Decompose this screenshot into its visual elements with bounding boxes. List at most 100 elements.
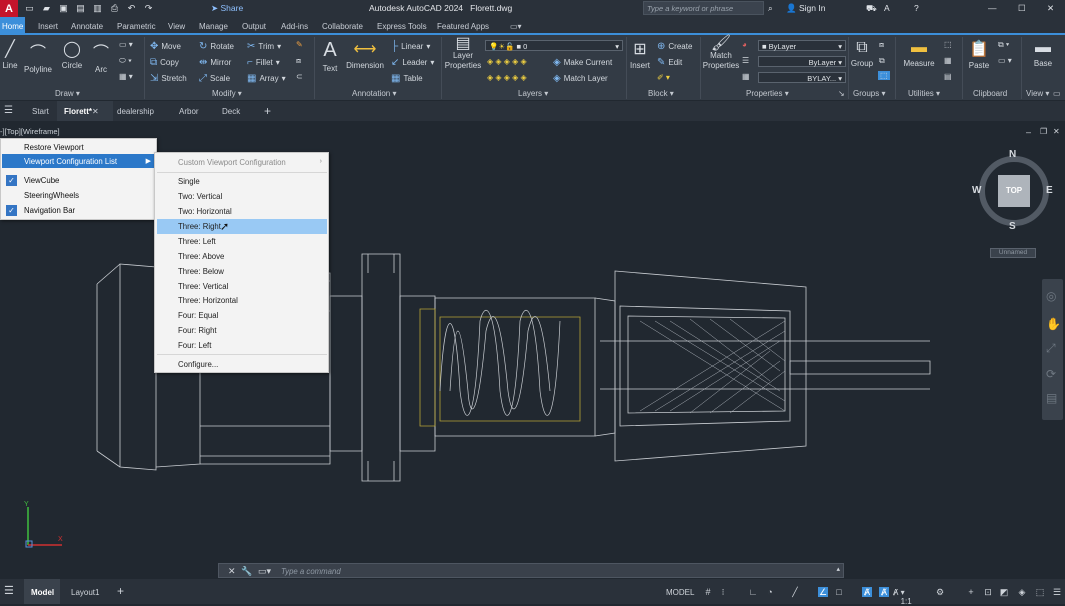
minimize-button[interactable]: — — [988, 3, 997, 13]
tab-add-ins[interactable]: Add-ins — [281, 22, 308, 31]
customize-command-icon[interactable]: 🔧 — [241, 566, 252, 577]
offset-icon[interactable]: ⊂ — [296, 72, 303, 81]
circle-button[interactable]: ◯ Circle — [61, 39, 83, 70]
help-icon[interactable]: ? — [914, 3, 919, 13]
stretch-button[interactable]: ⇲ Stretch — [150, 73, 187, 84]
plot-icon[interactable]: ⎙ — [109, 3, 120, 14]
paste-button[interactable]: 📋 Paste — [966, 39, 992, 70]
copy-clip-icon[interactable]: ⧉ ▾ — [998, 40, 1009, 50]
menu-item-three-horizontal[interactable]: Three: Horizontal — [157, 293, 327, 308]
group-edit-icon[interactable]: ⧉ — [879, 56, 885, 66]
account-icon[interactable]: A — [884, 3, 890, 13]
mirror-button[interactable]: ⇹ Mirror — [199, 57, 231, 68]
linetype-dropdown[interactable]: ByLayer ▾ — [758, 56, 846, 67]
rotate-button[interactable]: ↻ Rotate — [199, 41, 234, 52]
tab-express-tools[interactable]: Express Tools — [377, 22, 427, 31]
menu-item-three-vertical[interactable]: Three: Vertical — [157, 279, 327, 294]
layer-properties-button[interactable]: ▤ Layer Properties — [444, 36, 482, 71]
properties-dialog-launcher-icon[interactable]: ↘ — [838, 89, 845, 98]
linear-button[interactable]: ├ Linear ▾ — [391, 41, 430, 52]
close-button[interactable]: ✕ — [1047, 3, 1054, 14]
compass-west[interactable]: W — [972, 185, 981, 196]
array-button[interactable]: ▦ Array ▾ — [247, 73, 286, 84]
hatch-icon[interactable]: ⬭ ▾ — [119, 56, 132, 66]
match-properties-button[interactable]: 🖌 Match Properties — [702, 36, 740, 71]
annotation-visibility-icon[interactable]: Ⱥ — [862, 587, 872, 597]
sign-in-button[interactable]: 👤 Sign In — [786, 3, 825, 14]
open-folder-icon[interactable]: ▰ — [41, 3, 52, 14]
block-attribute-icon[interactable]: ✐ ▾ — [657, 73, 670, 82]
viewport-close-icon[interactable]: ✕ — [1053, 127, 1060, 136]
new-tab-icon[interactable]: + — [264, 104, 271, 118]
measure-button[interactable]: ▬ Measure — [901, 39, 937, 68]
menu-item-configure[interactable]: Configure... — [157, 357, 327, 372]
search-icon[interactable]: ⌕ — [768, 3, 773, 14]
grid-icon[interactable]: # — [703, 587, 713, 597]
tab-featured-apps[interactable]: Featured Apps — [437, 22, 489, 31]
tab-annotate[interactable]: Annotate — [71, 22, 103, 31]
menu-item-custom-viewport-configuration[interactable]: Custom Viewport Configuration › — [157, 155, 327, 170]
dimension-button[interactable]: ⟷ Dimension — [345, 39, 385, 70]
tab-collaborate[interactable]: Collaborate — [322, 22, 363, 31]
table-button[interactable]: ▦ Table — [391, 73, 423, 84]
application-menu-button[interactable]: A — [0, 0, 18, 17]
command-line[interactable]: ✕ 🔧 ▭▾ Type a command ▴ — [218, 563, 844, 578]
viewport-minimize-icon[interactable]: – — [1026, 127, 1031, 137]
text-button[interactable]: A Text — [320, 39, 340, 73]
menu-item-four-right[interactable]: Four: Right — [157, 323, 327, 338]
copy-button[interactable]: ⧉ Copy — [150, 57, 179, 68]
annotation-panel-label[interactable]: Annotation ▾ — [352, 89, 397, 98]
redo-icon[interactable]: ↷ — [143, 3, 154, 14]
doc-tab-deck[interactable]: Deck — [222, 107, 240, 116]
quick-select-icon[interactable]: ⬚ — [944, 40, 952, 49]
tab-view[interactable]: View — [168, 22, 185, 31]
menu-item-navigation-bar[interactable]: ✓ Navigation Bar — [2, 203, 156, 217]
recent-commands-icon[interactable]: ▭▾ — [258, 566, 271, 577]
command-history-icon[interactable]: ▴ — [836, 565, 840, 573]
insert-button[interactable]: ⊞ Insert — [629, 39, 651, 70]
doc-tab-dealership[interactable]: dealership — [117, 107, 154, 116]
model-space-button[interactable]: MODEL — [666, 588, 694, 597]
rectangle-icon[interactable]: ▭ ▾ — [119, 40, 133, 49]
ribbon-options-icon[interactable]: ▭▾ — [510, 22, 522, 31]
layers-panel-label[interactable]: Layers ▾ — [518, 89, 548, 98]
block-panel-label[interactable]: Block ▾ — [648, 89, 674, 98]
clean-screen-icon[interactable]: ⬚ — [1035, 587, 1045, 597]
select-all-icon[interactable]: ▦ — [944, 56, 952, 65]
menu-item-three-left[interactable]: Three: Left — [157, 234, 327, 249]
viewport-restore-icon[interactable]: ❐ — [1040, 127, 1047, 136]
new-layout-icon[interactable]: + — [117, 584, 124, 598]
edit-block-button[interactable]: ✎ Edit — [657, 57, 682, 68]
viewcube-top-face[interactable]: TOP — [998, 175, 1030, 207]
maximize-button[interactable]: ☐ — [1018, 3, 1026, 14]
isolate-objects-icon[interactable]: ◈ — [1017, 587, 1027, 597]
doc-tab-start[interactable]: Start — [32, 107, 49, 116]
tab-model[interactable]: Model — [24, 579, 60, 604]
utilities-panel-label[interactable]: Utilities ▾ — [908, 89, 940, 98]
close-tab-icon[interactable]: ✕ — [92, 107, 99, 116]
groups-panel-label[interactable]: Groups ▾ — [853, 89, 885, 98]
properties-panel-label[interactable]: Properties ▾ — [746, 89, 789, 98]
lineweight-icon[interactable]: ▦ — [742, 72, 750, 81]
line-button[interactable]: ╱ Line — [2, 39, 18, 70]
ortho-icon[interactable]: ∟ — [748, 587, 758, 597]
panel-options-icon[interactable]: ▭ — [1053, 89, 1061, 98]
view-panel-label[interactable]: View ▾ — [1026, 89, 1049, 98]
hamburger-menu-icon[interactable]: ☰ — [4, 105, 13, 116]
draw-panel-label[interactable]: Draw ▾ — [55, 89, 80, 98]
pan-icon[interactable]: ✋ — [1046, 317, 1061, 331]
viewcube[interactable]: TOP N S E W — [972, 149, 1056, 235]
region-icon[interactable]: ▦ ▾ — [119, 72, 133, 81]
menu-item-two-vertical[interactable]: Two: Vertical — [157, 189, 327, 204]
clipboard-panel-label[interactable]: Clipboard — [973, 89, 1007, 98]
menu-item-steeringwheels[interactable]: SteeringWheels — [2, 188, 156, 202]
layer-state-icon[interactable]: ◈ ◈ ◈ ◈ ◈ — [487, 73, 527, 82]
tab-layout1[interactable]: Layout1 — [71, 588, 99, 597]
showmotion-icon[interactable]: ▤ — [1046, 391, 1057, 405]
layer-tools-icon[interactable]: ◈ ◈ ◈ ◈ ◈ — [487, 57, 527, 66]
annotation-scale[interactable]: Ⱥ 1:1 ▾ — [893, 588, 912, 606]
search-input[interactable]: Type a keyword or phrase — [643, 1, 764, 15]
tab-parametric[interactable]: Parametric — [117, 22, 156, 31]
command-input[interactable]: Type a command — [281, 567, 341, 576]
menu-item-two-horizontal[interactable]: Two: Horizontal — [157, 204, 327, 219]
